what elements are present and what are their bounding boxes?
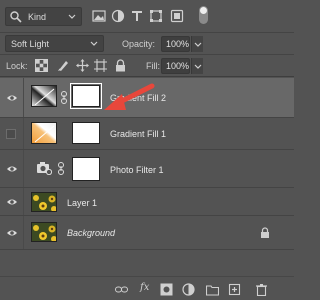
kind-filter-value: Kind xyxy=(28,12,47,22)
opacity-value: 100% xyxy=(166,39,190,49)
filter-toggle[interactable] xyxy=(199,6,208,24)
lock-bar: Lock: Fill: 100% xyxy=(0,55,294,77)
fx-icon[interactable]: fx xyxy=(140,282,149,293)
blend-mode-select[interactable]: Soft Light xyxy=(5,35,104,52)
lock-label: Lock: xyxy=(6,61,28,71)
new-group-icon[interactable] xyxy=(206,283,219,296)
layer-name: Gradient Fill 1 xyxy=(110,129,167,139)
layers-panel: Kind Soft Light Opacity: 100% Lock: Fill… xyxy=(0,0,294,300)
lock-transparent-pixels-icon[interactable] xyxy=(35,59,48,72)
annotation-arrow xyxy=(104,83,155,110)
visibility-column xyxy=(0,188,24,215)
opacity-field[interactable]: 100% xyxy=(161,36,190,52)
add-mask-icon[interactable] xyxy=(160,283,173,296)
type-filter-icon[interactable] xyxy=(130,9,144,23)
new-layer-icon[interactable] xyxy=(228,283,241,296)
link-icon[interactable] xyxy=(57,162,65,175)
visibility-column xyxy=(0,78,24,117)
layer-mask-thumbnail[interactable] xyxy=(72,157,100,181)
layers-footer: fx xyxy=(0,276,294,300)
visibility-column xyxy=(0,150,24,187)
blend-mode-value: Soft Light xyxy=(11,39,50,49)
fill-dropdown[interactable] xyxy=(191,58,203,74)
visibility-column xyxy=(0,216,24,249)
layer-mask-thumbnail[interactable] xyxy=(70,83,102,109)
eye-icon[interactable] xyxy=(6,197,18,207)
layer-row-gradient-fill-1[interactable]: Gradient Fill 1 xyxy=(0,118,294,150)
chevron-down-icon xyxy=(194,64,202,69)
gradient-fill-thumbnail[interactable] xyxy=(31,85,57,107)
eye-icon[interactable] xyxy=(6,228,18,238)
layer-name: Background xyxy=(67,228,116,238)
visibility-column xyxy=(0,118,24,149)
delete-icon[interactable] xyxy=(255,283,268,296)
lock-position-icon[interactable] xyxy=(76,59,89,72)
link-layers-icon[interactable] xyxy=(115,283,128,296)
photo-thumbnail-icon xyxy=(32,223,56,241)
fill-value: 100% xyxy=(166,61,190,71)
chevron-down-icon xyxy=(194,42,202,47)
filter-bar: Kind xyxy=(0,0,294,33)
gradient-fill-icon xyxy=(32,123,56,143)
layer-thumbnail[interactable] xyxy=(31,192,57,212)
adjustment-filter-icon[interactable] xyxy=(111,9,125,23)
layer-name: Photo Filter 1 xyxy=(110,165,164,175)
lock-all-icon[interactable] xyxy=(114,59,127,72)
photo-thumbnail-icon xyxy=(32,193,56,211)
search-icon xyxy=(10,11,22,23)
shape-filter-icon[interactable] xyxy=(149,9,163,23)
kind-filter-select[interactable]: Kind xyxy=(5,7,82,26)
chevron-down-icon xyxy=(68,14,76,19)
lock-image-pixels-icon[interactable] xyxy=(57,59,70,72)
lock-icon xyxy=(261,227,269,238)
layer-row-layer-1[interactable]: Layer 1 xyxy=(0,188,294,216)
new-adjustment-icon[interactable] xyxy=(182,283,195,296)
link-icon[interactable] xyxy=(60,91,68,104)
layer-name: Layer 1 xyxy=(67,198,98,208)
layer-thumbnail[interactable] xyxy=(31,222,57,242)
fill-field[interactable]: 100% xyxy=(161,58,190,74)
lock-artboard-icon[interactable] xyxy=(94,59,107,72)
photo-filter-icon[interactable] xyxy=(36,161,52,175)
opacity-dropdown[interactable] xyxy=(191,36,203,52)
layer-row-background[interactable]: Background xyxy=(0,216,294,250)
layer-row-photo-filter-1[interactable]: Photo Filter 1 xyxy=(0,150,294,188)
eye-icon[interactable] xyxy=(6,93,18,103)
fill-label: Fill: xyxy=(146,61,160,71)
opacity-label: Opacity: xyxy=(122,39,156,49)
blend-bar: Soft Light Opacity: 100% xyxy=(0,33,294,55)
gradient-fill-icon xyxy=(32,86,56,106)
chevron-down-icon xyxy=(90,41,98,46)
smart-object-filter-icon[interactable] xyxy=(170,9,184,23)
gradient-fill-thumbnail[interactable] xyxy=(31,122,57,144)
image-filter-icon[interactable] xyxy=(92,9,106,23)
eye-icon[interactable] xyxy=(6,164,18,174)
visibility-toggle[interactable] xyxy=(6,129,16,139)
layer-mask-thumbnail[interactable] xyxy=(72,122,100,144)
